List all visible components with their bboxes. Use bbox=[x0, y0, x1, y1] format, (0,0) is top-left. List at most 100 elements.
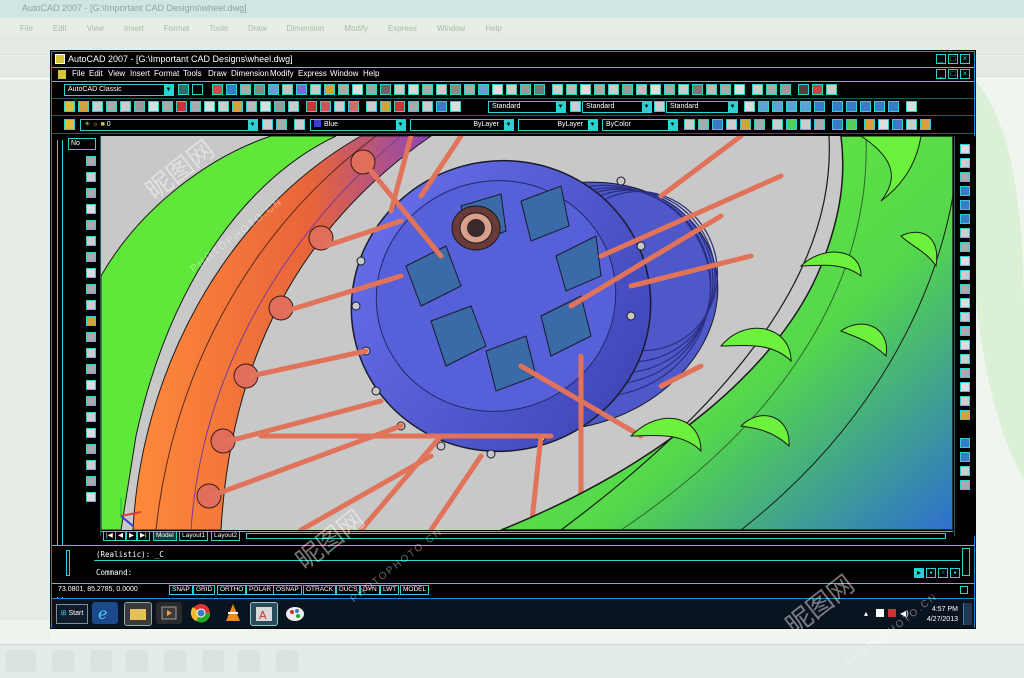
table-icon[interactable] bbox=[86, 396, 96, 406]
navigation-icon[interactable] bbox=[906, 101, 917, 112]
explorer-icon[interactable] bbox=[124, 602, 152, 626]
toolbar-icon-17[interactable] bbox=[288, 101, 299, 112]
view-cube-icon-4[interactable] bbox=[786, 101, 797, 112]
menu-edit[interactable]: Edit bbox=[89, 69, 103, 78]
union-icon[interactable] bbox=[506, 84, 517, 95]
doc-close-button[interactable]: × bbox=[960, 69, 970, 79]
hatch-icon[interactable] bbox=[86, 348, 96, 358]
toolbar-icon-1[interactable] bbox=[64, 101, 75, 112]
command-scroll-down-icon[interactable]: ▸ bbox=[914, 568, 924, 578]
command-window-grip[interactable] bbox=[66, 550, 70, 576]
light-tool-icon-2[interactable] bbox=[878, 119, 889, 130]
menu-tools[interactable]: Tools bbox=[183, 69, 202, 78]
toolbar-icon-24[interactable] bbox=[394, 101, 405, 112]
intersect-icon[interactable] bbox=[534, 84, 545, 95]
light-icon[interactable] bbox=[324, 84, 335, 95]
layer-manager-icon[interactable] bbox=[64, 119, 75, 130]
properties-icon[interactable] bbox=[294, 119, 305, 130]
maximize-button[interactable]: □ bbox=[948, 54, 958, 64]
otrack-button[interactable]: OTRACK bbox=[303, 585, 337, 595]
linetype-select[interactable]: ByLayer ▼ bbox=[410, 119, 514, 131]
plot-icon[interactable] bbox=[254, 84, 265, 95]
orbit-continuous-icon[interactable] bbox=[766, 84, 777, 95]
menu-format[interactable]: Format bbox=[154, 69, 179, 78]
arc-icon[interactable] bbox=[86, 220, 96, 230]
gradient-icon[interactable] bbox=[86, 364, 96, 374]
chamfer-icon[interactable] bbox=[960, 326, 970, 336]
workspace-settings-icon[interactable] bbox=[178, 84, 189, 95]
layer-previous-icon[interactable] bbox=[276, 119, 287, 130]
draw-extra-icon-5[interactable] bbox=[86, 492, 96, 502]
modify-extra-icon-2[interactable] bbox=[960, 382, 970, 392]
dimstyle-icon[interactable] bbox=[570, 101, 581, 112]
draw-extra-icon-1[interactable] bbox=[86, 428, 96, 438]
toolbar-icon-14[interactable] bbox=[246, 101, 257, 112]
toolbar-icon-21[interactable] bbox=[348, 101, 359, 112]
draw-extra-icon-2[interactable] bbox=[86, 444, 96, 454]
autocad-taskbar-icon[interactable]: A bbox=[250, 602, 278, 626]
toolbar-icon-5[interactable] bbox=[120, 101, 131, 112]
scale-icon[interactable] bbox=[960, 242, 970, 252]
light-tool-icon-4[interactable] bbox=[906, 119, 917, 130]
render-region-icon[interactable] bbox=[798, 84, 809, 95]
color-select[interactable]: Blue ▼ bbox=[310, 119, 406, 131]
table-style-select[interactable]: Standard ▼ bbox=[666, 101, 738, 113]
extend-icon[interactable] bbox=[960, 284, 970, 294]
walk-icon[interactable] bbox=[394, 84, 405, 95]
drawing-viewport[interactable] bbox=[101, 136, 953, 530]
break-icon[interactable] bbox=[960, 298, 970, 308]
section-icon[interactable] bbox=[706, 84, 717, 95]
orbit-free-icon[interactable] bbox=[752, 84, 763, 95]
light-tool-icon-3[interactable] bbox=[892, 119, 903, 130]
sun-icon[interactable] bbox=[436, 84, 447, 95]
extrude-icon[interactable] bbox=[450, 84, 461, 95]
dim-icon-2[interactable] bbox=[960, 452, 970, 462]
command-option-icon-3[interactable]: ▪ bbox=[950, 568, 960, 578]
toolbar-icon-19[interactable] bbox=[320, 101, 331, 112]
toolbar-icon-26[interactable] bbox=[422, 101, 433, 112]
next-tab-button[interactable]: ▶ bbox=[126, 532, 137, 541]
grid-button[interactable]: GRID bbox=[193, 585, 216, 595]
vlc-icon[interactable] bbox=[220, 602, 246, 624]
dim-icon-4[interactable] bbox=[960, 480, 970, 490]
region-icon[interactable] bbox=[86, 380, 96, 390]
tab-layout2[interactable]: Layout2 bbox=[211, 532, 241, 541]
toolbar-icon-27[interactable] bbox=[436, 101, 447, 112]
toolbar-icon-23[interactable] bbox=[380, 101, 391, 112]
visual-style-icon-4[interactable] bbox=[874, 101, 885, 112]
draw-extra-icon-4[interactable] bbox=[86, 476, 96, 486]
menu-draw[interactable]: Draw bbox=[208, 69, 227, 78]
view-icon[interactable] bbox=[310, 84, 321, 95]
toolbar-icon-15[interactable] bbox=[260, 101, 271, 112]
loft-icon[interactable] bbox=[492, 84, 503, 95]
network-icon[interactable] bbox=[888, 609, 896, 617]
imprint-icon[interactable] bbox=[734, 84, 745, 95]
toolbar-icon-9[interactable] bbox=[176, 101, 187, 112]
lwt-button[interactable]: LWT bbox=[380, 585, 400, 595]
save-icon[interactable] bbox=[240, 84, 251, 95]
thicken-icon[interactable] bbox=[720, 84, 731, 95]
fillet-icon[interactable] bbox=[960, 340, 970, 350]
zoom-icon[interactable] bbox=[380, 84, 391, 95]
toolbar-icon-6[interactable] bbox=[134, 101, 145, 112]
autocad-icon[interactable] bbox=[55, 54, 65, 64]
ortho-button[interactable]: ORTHO bbox=[217, 585, 247, 595]
solid-edit-icon-5[interactable] bbox=[740, 119, 751, 130]
toolbar-icon-25[interactable] bbox=[408, 101, 419, 112]
cone-icon[interactable] bbox=[580, 84, 591, 95]
pan-icon[interactable] bbox=[366, 84, 377, 95]
minimize-button[interactable]: _ bbox=[936, 54, 946, 64]
doc-restore-button[interactable]: □ bbox=[948, 69, 958, 79]
helix-icon[interactable] bbox=[650, 84, 661, 95]
make-block-icon[interactable] bbox=[86, 316, 96, 326]
light-tool-icon-5[interactable] bbox=[920, 119, 931, 130]
view-cube-icon-1[interactable] bbox=[744, 101, 755, 112]
polysolid-icon[interactable] bbox=[678, 84, 689, 95]
status-tray-icon[interactable] bbox=[960, 586, 968, 594]
polygon-icon[interactable] bbox=[86, 188, 96, 198]
model-button[interactable]: MODEL bbox=[400, 585, 430, 595]
plot-style-select[interactable]: ByColor ▼ bbox=[602, 119, 678, 131]
make-current-icon[interactable] bbox=[262, 119, 273, 130]
erase-icon[interactable] bbox=[960, 144, 970, 154]
insert-block-icon[interactable] bbox=[86, 300, 96, 310]
